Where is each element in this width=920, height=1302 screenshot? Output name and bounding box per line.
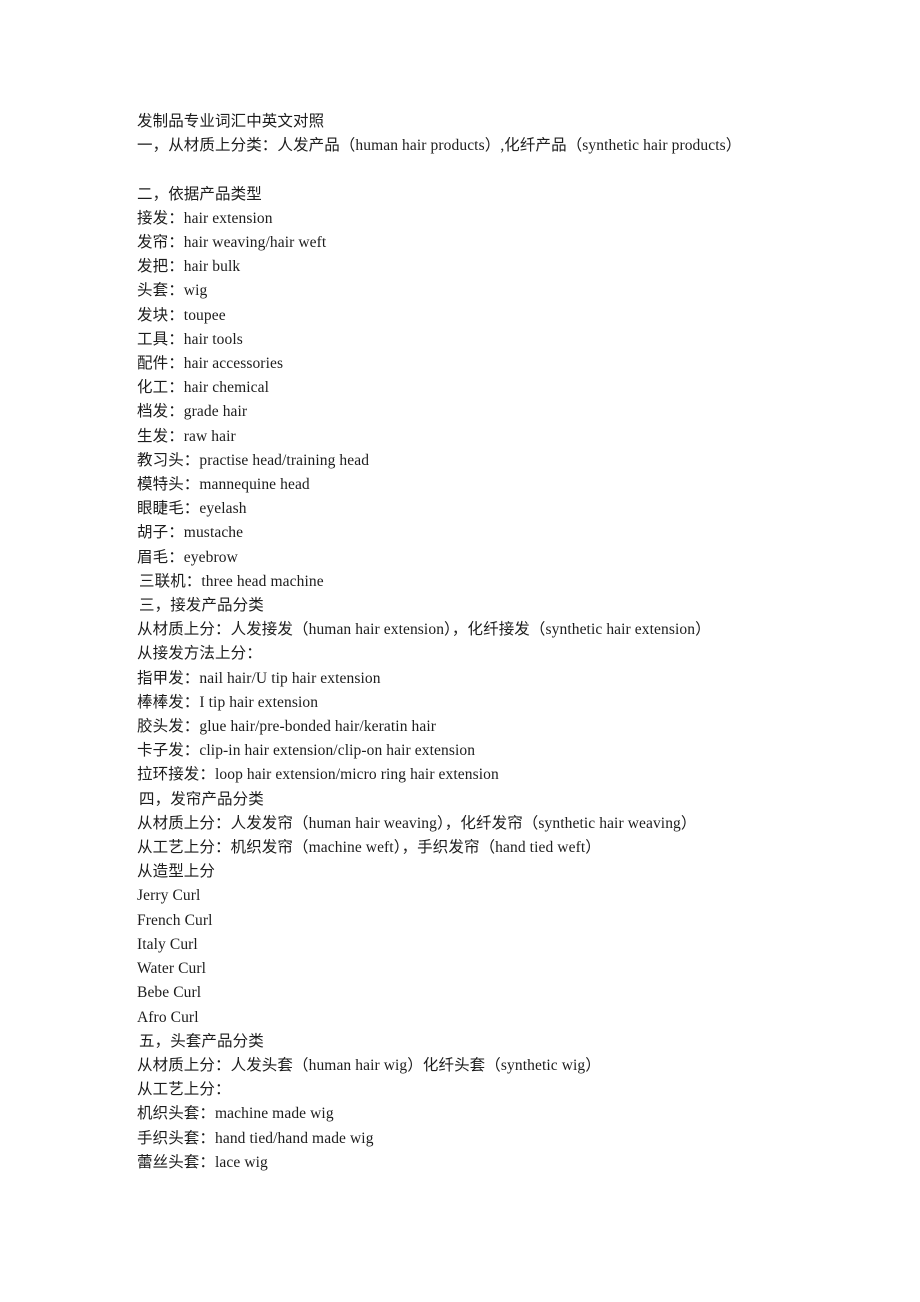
document-line: Italy Curl: [137, 935, 198, 953]
document-line: 配件：hair accessories: [137, 355, 284, 373]
document-line: 从工艺上分：: [137, 1081, 231, 1099]
document-line: Afro Curl: [137, 1008, 199, 1026]
document-line: 手织头套：hand tied/hand made wig: [137, 1129, 374, 1147]
document-line: 接发：hair extension: [137, 209, 273, 227]
document-line: 蕾丝头套：lace wig: [137, 1153, 268, 1171]
document-line: 三，接发产品分类: [139, 597, 264, 615]
document-line: French Curl: [137, 911, 213, 929]
document-line: 教习头：practise head/training head: [137, 451, 370, 469]
document-line: 指甲发：nail hair/U tip hair extension: [137, 669, 381, 687]
document-line: 四，发帘产品分类: [139, 790, 264, 808]
document-line: 卡子发：clip-in hair extension/clip-on hair …: [137, 742, 476, 760]
document-line: 化工：hair chemical: [137, 379, 270, 397]
document-line: 胡子：mustache: [137, 524, 244, 542]
document-line: 眉毛：eyebrow: [137, 548, 238, 566]
document-line: 五，头套产品分类: [139, 1032, 264, 1050]
document-line: 从接发方法上分：: [137, 645, 262, 663]
document-line: 工具：hair tools: [137, 330, 243, 348]
document-line: 生发：raw hair: [137, 427, 236, 445]
document-line: 眼睫毛：eyelash: [137, 500, 247, 518]
document-blank-line: [137, 158, 837, 182]
document-line: 发把：hair bulk: [137, 258, 241, 276]
document-line: 从材质上分：人发接发（human hair extension），化纤接发（sy…: [137, 621, 711, 639]
document-line: 从工艺上分：机织发帘（machine weft），手织发帘（hand tied …: [137, 839, 601, 857]
document-line: 模特头：mannequine head: [137, 476, 310, 494]
document-line: 二，依据产品类型: [137, 185, 262, 203]
document-line: 棒棒发：I tip hair extension: [137, 693, 319, 711]
document-line: 三联机：three head machine: [139, 572, 324, 590]
document-line: 机织头套：machine made wig: [137, 1105, 334, 1123]
document-line: Water Curl: [137, 960, 207, 978]
document-line: Bebe Curl: [137, 984, 202, 1002]
document-line: 发块：toupee: [137, 306, 226, 324]
document-line: 从材质上分：人发发帘（human hair weaving），化纤发帘（synt…: [137, 814, 697, 832]
document-line: 头套：wig: [137, 282, 208, 300]
document-line: 一，从材质上分类：人发产品（human hair products）,化纤产品（…: [137, 137, 742, 155]
document-line: 发制品专业词汇中英文对照: [137, 113, 325, 130]
document-line: 档发：grade hair: [137, 403, 248, 421]
document-page: 发制品专业词汇中英文对照一，从材质上分类：人发产品（human hair pro…: [0, 0, 920, 1302]
document-line: 发帘：hair weaving/hair weft: [137, 234, 327, 251]
document-line: Jerry Curl: [137, 887, 201, 905]
document-line: 从造型上分: [137, 863, 216, 881]
document-line: 胶头发：glue hair/pre-bonded hair/keratin ha…: [137, 718, 437, 736]
document-line: 从材质上分：人发头套（human hair wig）化纤头套（synthetic…: [137, 1056, 601, 1074]
document-line: 拉环接发：loop hair extension/micro ring hair…: [137, 766, 499, 784]
document-text-body: 发制品专业词汇中英文对照一，从材质上分类：人发产品（human hair pro…: [137, 110, 837, 1175]
